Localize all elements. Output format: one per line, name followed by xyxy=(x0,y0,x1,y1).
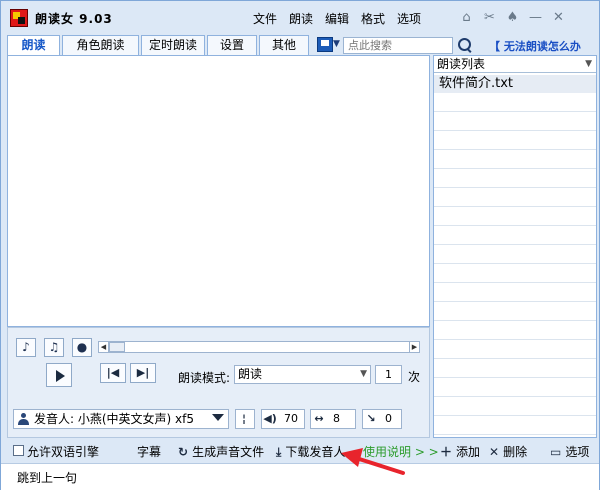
tab-timed-read[interactable]: 定时朗读 xyxy=(141,35,205,55)
bottom-toolbar: 允许双语引擎 字幕 ↻ 生成声音文件 ⤓ 下载发音人 使用说明 > > ＋添加 ✕ 删… xyxy=(1,438,599,463)
close-icon[interactable]: ✕ xyxy=(549,9,568,27)
playlist-header[interactable]: 朗读列表 ▼ xyxy=(434,56,596,73)
shirt-icon[interactable]: ♠ xyxy=(503,9,522,27)
menu-read[interactable]: 朗读 xyxy=(283,10,319,27)
repeat-unit: 次 xyxy=(408,370,421,384)
voice-label: 发音人: 小燕(中英文女声) xf5 xyxy=(34,412,194,426)
tab-other[interactable]: 其他 xyxy=(259,35,309,55)
delete-icon: ✕ xyxy=(489,445,500,459)
delete-label: 删除 xyxy=(503,445,528,459)
delete-button[interactable]: ✕ 删除 xyxy=(489,443,527,460)
play-button[interactable] xyxy=(46,363,72,387)
mode-select[interactable]: 朗读 ▼ xyxy=(234,365,371,384)
search-icon[interactable] xyxy=(457,37,473,53)
subtitle-button[interactable]: 字幕 xyxy=(137,443,161,460)
add-label: 添加 xyxy=(456,445,481,459)
playlist-panel: 朗读列表 ▼ 软件简介.txt xyxy=(433,55,597,438)
volume-control[interactable]: ◀) 70 xyxy=(261,409,305,429)
speed-icon: ↔ xyxy=(314,412,324,425)
minimize-icon[interactable]: — xyxy=(526,9,545,27)
generate-audio-button[interactable]: ↻ 生成声音文件 xyxy=(178,443,264,460)
voice-settings-icon[interactable]: ¦ xyxy=(235,409,255,429)
window-controls: ⌂ ✂ ♠ — ✕ xyxy=(457,9,568,27)
read-text-area[interactable] xyxy=(7,55,430,327)
next-button[interactable]: ▶| xyxy=(130,363,156,383)
plus-icon: ＋ xyxy=(440,445,453,459)
mode-label: 朗读模式: xyxy=(178,371,231,385)
menu-options[interactable]: 选项 xyxy=(391,10,427,27)
music-icon[interactable]: ♫ xyxy=(44,338,64,357)
add-button[interactable]: ＋添加 xyxy=(440,443,480,460)
mode-value: 朗读 xyxy=(238,367,263,381)
speed-value: 8 xyxy=(333,412,340,425)
status-bar: 跳到上一句 xyxy=(1,463,599,490)
download-voice-button[interactable]: ⤓ 下载发音人 xyxy=(276,443,345,460)
microphone-icon[interactable]: ● xyxy=(72,338,92,357)
pitch-value: 0 xyxy=(385,412,392,425)
options-button[interactable]: ▭ 选项 xyxy=(550,443,589,460)
help-link[interactable]: 【 无法朗读怎么办 xyxy=(489,38,581,54)
chevron-down-icon[interactable]: ▼ xyxy=(333,39,340,49)
app-title: 朗读女 9.03 xyxy=(35,12,113,26)
chevron-down-icon[interactable] xyxy=(212,414,224,421)
playlist-title: 朗读列表 xyxy=(437,57,486,71)
refresh-icon: ↻ xyxy=(178,445,189,459)
search-engine-icon[interactable] xyxy=(317,37,333,52)
speed-control[interactable]: ↔ 8 xyxy=(310,409,356,429)
voice-select[interactable]: 发音人: 小燕(中英文女声) xf5 xyxy=(13,409,229,429)
tab-settings[interactable]: 设置 xyxy=(207,35,257,55)
volume-icon: ◀) xyxy=(263,412,277,425)
person-icon xyxy=(18,413,29,425)
equalizer-icon: ¦ xyxy=(241,412,247,425)
repeat-count-input[interactable]: 1 xyxy=(375,365,402,384)
chevron-down-icon[interactable]: ▼ xyxy=(360,366,367,383)
bilingual-label: 允许双语引擎 xyxy=(27,445,100,459)
tab-role-read[interactable]: 角色朗读 xyxy=(62,35,139,55)
tools-icon[interactable]: ✂ xyxy=(480,9,499,27)
list-item[interactable]: 软件简介.txt xyxy=(434,75,596,93)
menu-file[interactable]: 文件 xyxy=(247,10,283,27)
progress-slider[interactable]: ◀ ▶ xyxy=(98,341,420,353)
chevron-left-icon[interactable]: ◀ xyxy=(99,342,109,352)
home-icon[interactable]: ⌂ xyxy=(457,9,476,27)
playlist-rows xyxy=(434,74,596,437)
open-file-icon[interactable]: ♪ xyxy=(16,338,36,357)
app-logo-icon xyxy=(10,9,28,27)
search-input[interactable] xyxy=(343,37,453,54)
generate-audio-label: 生成声音文件 xyxy=(192,445,265,459)
pitch-control[interactable]: ↘ 0 xyxy=(362,409,402,429)
title-bar: 朗读女 9.03 文件 朗读 编辑 格式 选项 ⌂ ✂ ♠ — ✕ xyxy=(1,1,599,35)
tab-row: 朗读 角色朗读 定时朗读 设置 其他 ▼ 【 无法朗读怎么办 xyxy=(1,35,599,55)
download-icon: ⤓ xyxy=(276,445,282,459)
usage-link[interactable]: 使用说明 > > xyxy=(363,443,439,460)
tab-read[interactable]: 朗读 xyxy=(7,35,60,55)
bilingual-checkbox[interactable] xyxy=(13,445,24,456)
download-voice-label: 下载发音人 xyxy=(285,445,346,459)
chevron-right-icon[interactable]: ▶ xyxy=(409,342,419,352)
control-area: ♪ ♫ ● ◀ ▶ |◀ ▶| 朗读模式: 朗读 ▼ 1 次 发音人: 小燕(中… xyxy=(7,327,430,438)
options-label: 选项 xyxy=(565,445,590,459)
volume-value: 70 xyxy=(284,412,298,425)
app-window: 朗读女 9.03 文件 朗读 编辑 格式 选项 ⌂ ✂ ♠ — ✕ 朗读 角色朗… xyxy=(0,0,600,490)
chevron-down-icon[interactable]: ▼ xyxy=(585,56,592,72)
window-icon: ▭ xyxy=(550,445,562,459)
menu-format[interactable]: 格式 xyxy=(355,10,391,27)
slider-thumb[interactable] xyxy=(109,342,125,352)
status-text: 跳到上一句 xyxy=(17,471,78,485)
previous-button[interactable]: |◀ xyxy=(100,363,126,383)
pitch-icon: ↘ xyxy=(366,412,376,425)
menu-edit[interactable]: 编辑 xyxy=(319,10,355,27)
menu-bar: 文件 朗读 编辑 格式 选项 xyxy=(247,10,427,27)
